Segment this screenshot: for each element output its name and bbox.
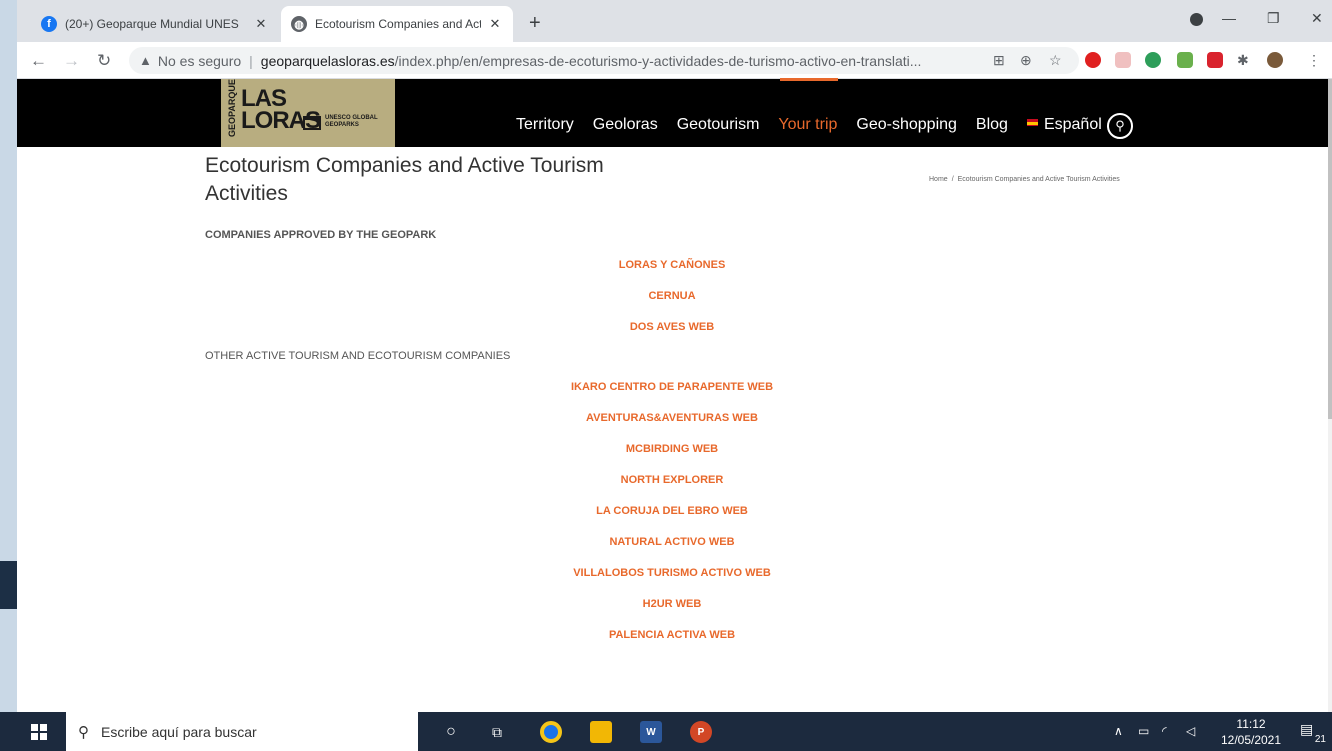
nav-geotourism[interactable]: Geotourism bbox=[677, 116, 760, 134]
spain-flag-icon bbox=[1026, 119, 1038, 127]
taskbar-search[interactable]: ⚲ Escribe aquí para buscar bbox=[66, 712, 418, 751]
site-header: GEOPARQUE LAS LORAS UNESCO GLOBAL GEOPAR… bbox=[17, 78, 1328, 147]
company-link[interactable]: H2UR WEB bbox=[472, 598, 872, 610]
company-link[interactable]: LA CORUJA DEL EBRO WEB bbox=[472, 505, 872, 517]
globe-icon: ◍ bbox=[291, 16, 307, 32]
company-link[interactable]: NATURAL ACTIVO WEB bbox=[472, 536, 872, 548]
wifi-icon[interactable]: ◜ bbox=[1162, 724, 1167, 738]
window-close-icon[interactable]: ✕ bbox=[1311, 10, 1323, 27]
clock-date: 12/05/2021 bbox=[1220, 733, 1282, 747]
translate-icon[interactable]: ⊞ bbox=[993, 52, 1005, 69]
security-status: No es seguro bbox=[157, 52, 242, 69]
breadcrumb-current: Ecotourism Companies and Active Tourism … bbox=[957, 176, 1120, 183]
desktop-window-edge bbox=[0, 561, 17, 609]
powerpoint-icon[interactable]: P bbox=[690, 721, 712, 743]
zoom-icon[interactable]: ⊕ bbox=[1020, 52, 1032, 69]
company-link[interactable]: PALENCIA ACTIVA WEB bbox=[472, 629, 872, 641]
section-heading-approved: COMPANIES APPROVED BY THE GEOPARK bbox=[205, 229, 437, 241]
bookmark-star-icon[interactable]: ☆ bbox=[1049, 52, 1062, 69]
breadcrumb: Home / Ecotourism Companies and Active Tou… bbox=[929, 176, 1120, 183]
nav-territory[interactable]: Territory bbox=[516, 116, 574, 134]
search-icon: ⚲ bbox=[78, 723, 89, 741]
nav-your-trip[interactable]: Your trip bbox=[778, 116, 837, 134]
taskbar-clock[interactable]: 11:12 12/05/2021 bbox=[1216, 716, 1286, 748]
windows-start-icon[interactable] bbox=[31, 724, 47, 740]
language-switch[interactable]: Español bbox=[1026, 116, 1102, 134]
taskbar-search-placeholder: Escribe aquí para buscar bbox=[101, 723, 257, 740]
address-separator: | bbox=[249, 52, 253, 69]
company-link[interactable]: DOS AVES WEB bbox=[472, 321, 872, 333]
page-title: Ecotourism Companies and Active Tourism … bbox=[205, 154, 604, 205]
nav-geo-shopping[interactable]: Geo-shopping bbox=[856, 116, 957, 134]
close-icon[interactable]: ✕ bbox=[253, 16, 269, 32]
menu-kebab-icon[interactable]: ⋮ bbox=[1307, 52, 1321, 69]
company-link[interactable]: AVENTURAS&AVENTURAS WEB bbox=[472, 412, 872, 424]
extension-badge-icon[interactable] bbox=[1145, 52, 1161, 68]
company-link[interactable]: NORTH EXPLORER bbox=[472, 474, 872, 486]
address-bar[interactable]: ▲ No es seguro | geoparquelasloras.es/in… bbox=[129, 47, 1079, 74]
extensions-puzzle-icon[interactable]: ✱ bbox=[1237, 52, 1249, 69]
feather-extension-icon[interactable] bbox=[1177, 52, 1193, 68]
nav-blog[interactable]: Blog bbox=[976, 116, 1008, 134]
language-label: Español bbox=[1043, 116, 1102, 133]
active-nav-indicator bbox=[780, 78, 838, 81]
page-scrollbar[interactable] bbox=[1328, 79, 1332, 712]
file-explorer-icon[interactable] bbox=[590, 721, 612, 743]
nav-geoloras[interactable]: Geoloras bbox=[593, 116, 658, 134]
pdf-extension-icon[interactable] bbox=[1207, 52, 1223, 68]
new-tab-button[interactable]: + bbox=[529, 12, 541, 35]
tab-ecotourism[interactable]: ◍ Ecotourism Companies and Activ ✕ bbox=[281, 6, 513, 42]
clock-time: 11:12 bbox=[1236, 717, 1266, 731]
back-icon[interactable]: ← bbox=[30, 51, 47, 71]
action-center-icon[interactable]: ▤ 21 bbox=[1300, 721, 1328, 745]
unesco-emblem-icon bbox=[303, 116, 321, 130]
opera-extension-icon[interactable] bbox=[1085, 52, 1101, 68]
browser-toolbar: ← → ↻ ▲ No es seguro | geoparquelasloras… bbox=[17, 42, 1332, 79]
tab-search-icon[interactable] bbox=[1190, 13, 1203, 26]
extension-icon[interactable] bbox=[1115, 52, 1131, 68]
site-logo[interactable]: GEOPARQUE LAS LORAS UNESCO GLOBAL GEOPAR… bbox=[221, 79, 395, 147]
browser-tab-strip: f (20+) Geoparque Mundial UNES ✕ ◍ Ecoto… bbox=[17, 0, 1332, 42]
logo-side-text: GEOPARQUE bbox=[227, 79, 237, 137]
breadcrumb-separator: / bbox=[951, 176, 954, 183]
search-icon[interactable]: ⚲ bbox=[1107, 113, 1133, 139]
notification-count: 21 bbox=[1312, 734, 1328, 745]
word-icon[interactable]: W bbox=[640, 721, 662, 743]
restore-icon[interactable]: ❐ bbox=[1267, 10, 1280, 27]
desktop-background bbox=[0, 0, 17, 712]
windows-taskbar: ⚲ Escribe aquí para buscar ○ ⧉ W P ∧ ▭ ◜… bbox=[0, 712, 1332, 751]
forward-icon[interactable]: → bbox=[63, 51, 80, 71]
tab-title: Ecotourism Companies and Activ bbox=[315, 17, 481, 31]
tab-facebook[interactable]: f (20+) Geoparque Mundial UNES ✕ bbox=[31, 6, 279, 42]
section-heading-other: OTHER ACTIVE TOURISM AND ECOTOURISM COMP… bbox=[205, 350, 511, 362]
facebook-icon: f bbox=[41, 16, 57, 32]
close-icon[interactable]: ✕ bbox=[487, 16, 503, 32]
profile-avatar[interactable] bbox=[1267, 52, 1283, 68]
tab-title: (20+) Geoparque Mundial UNES bbox=[65, 17, 239, 31]
url-domain: geoparquelasloras.es bbox=[260, 52, 395, 69]
cortana-icon[interactable]: ○ bbox=[440, 721, 462, 743]
company-link[interactable]: LORAS Y CAÑONES bbox=[472, 259, 872, 271]
url-path: /index.php/en/empresas-de-ecoturismo-y-a… bbox=[394, 52, 922, 69]
reload-icon[interactable]: ↻ bbox=[97, 51, 111, 71]
battery-icon[interactable]: ▭ bbox=[1138, 724, 1149, 738]
breadcrumb-home[interactable]: Home bbox=[929, 176, 948, 183]
company-link[interactable]: VILLALOBOS TURISMO ACTIVO WEB bbox=[472, 567, 872, 579]
warning-icon: ▲ bbox=[139, 53, 152, 68]
scrollbar-thumb[interactable] bbox=[1328, 79, 1332, 419]
main-nav: Territory Geoloras Geotourism Your trip … bbox=[516, 116, 1121, 134]
tray-chevron-icon[interactable]: ∧ bbox=[1114, 724, 1123, 738]
task-view-icon[interactable]: ⧉ bbox=[486, 721, 508, 743]
volume-icon[interactable]: ◁ bbox=[1186, 724, 1195, 738]
company-link[interactable]: IKARO CENTRO DE PARAPENTE WEB bbox=[472, 381, 872, 393]
minimize-icon[interactable]: — bbox=[1222, 10, 1236, 26]
chrome-icon[interactable] bbox=[540, 721, 562, 743]
company-link[interactable]: MCBIRDING WEB bbox=[472, 443, 872, 455]
logo-unesco-text: UNESCO GLOBAL GEOPARKS bbox=[325, 115, 378, 128]
company-link[interactable]: CERNUA bbox=[472, 290, 872, 302]
